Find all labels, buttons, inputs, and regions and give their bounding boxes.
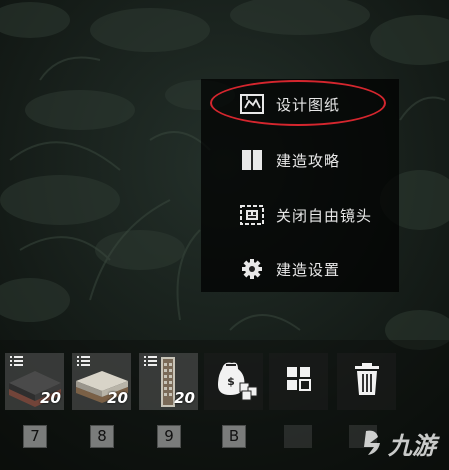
item-count: 20 [107,389,128,407]
list-icon [10,356,23,366]
hotbar-slot-trash[interactable] [337,353,396,410]
menu-item-label: 建造攻略 [276,152,341,170]
key-hint-8: 8 [90,425,114,448]
menu-item-label: 设计图纸 [276,96,341,114]
menu-item-build-guide[interactable]: 建造攻略 [201,140,399,180]
item-count: 20 [174,389,195,407]
hotbar-slot-wood-floor[interactable]: 20 [72,353,131,410]
key-hint-empty [284,425,312,448]
hotbar-slot-stone-floor[interactable]: 20 [5,353,64,410]
nine-game-logo-icon [364,430,380,455]
key-hint-9: 9 [157,425,181,448]
item-count: 20 [40,389,61,407]
grid-menu-icon [287,367,311,391]
menu-item-blueprint[interactable]: 设计图纸 [201,84,399,124]
watermark-logo: 九游 [358,425,436,461]
svg-text:$: $ [227,375,235,388]
gear-icon [242,259,262,279]
blueprint-icon [240,94,264,114]
menu-item-label: 关闭自由镜头 [276,207,373,225]
menu-item-close-free-camera[interactable]: 关闭自由镜头 [201,195,399,235]
hotbar-slot-resource-bag[interactable]: $ [204,353,263,410]
resource-bag-icon: $ [218,362,258,401]
hotbar-slot-stone-pillar[interactable]: 20 [139,353,198,410]
key-hint-7: 7 [23,425,47,448]
watermark-text: 九游 [388,431,436,460]
trash-icon [355,363,379,395]
camera-frame-icon [240,205,264,225]
menu-item-build-settings[interactable]: 建造设置 [201,249,399,289]
book-icon [242,150,262,170]
hotbar-slot-grid-menu[interactable] [269,353,328,410]
menu-item-label: 建造设置 [276,261,341,279]
list-icon [77,356,90,366]
key-hint-b: B [222,425,246,448]
list-icon [144,356,157,366]
